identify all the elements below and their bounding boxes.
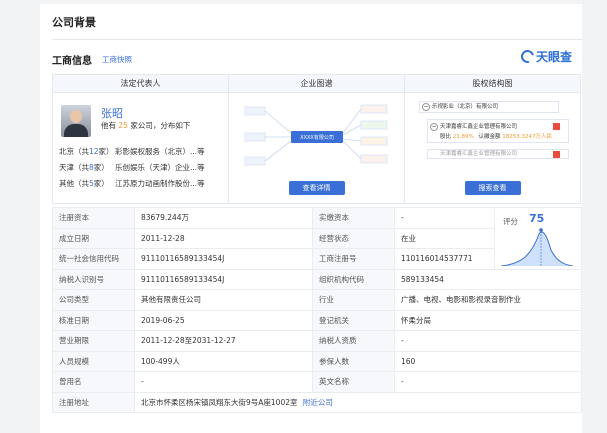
collapse-icon[interactable]: − (430, 123, 438, 131)
table-row: 曾用名 - 英文名称 - (52, 371, 582, 393)
collapse-icon[interactable]: − (422, 103, 430, 111)
summary-cards: 法定代表人 张昭 他有 25 家公司，分布如下 北京（共12家） 彩影娱权服务（… (52, 74, 581, 204)
field-value: 160 (394, 350, 582, 372)
table-row: 纳税人识别号 91110116589133454J 组织机构代码 5891334… (52, 268, 582, 290)
section-title: 公司背景 (52, 16, 96, 29)
table-row: 注册资本 83679.244万 实缴资本 - 评分 75 (52, 207, 582, 270)
view-details-button[interactable]: 查看详情 (288, 181, 345, 195)
field-label: 核准日期 (52, 309, 135, 331)
count-suffix: 家公司，分布如下 (130, 121, 191, 130)
region-row[interactable]: 北京（共12家） 彩影娱权服务（北京）...等 (59, 143, 223, 159)
field-label: 经营状态 (312, 227, 395, 249)
field-label: 纳税人资质 (312, 330, 395, 352)
region-company[interactable]: 乐创娱乐（天津）企业...等 (115, 162, 205, 173)
region-label: 北京（共12家） (59, 146, 114, 156)
enterprise-graph-header: 企业图谱 (229, 75, 404, 93)
field-label: 登记机关 (312, 309, 395, 331)
region-label: 其他（共5家） (59, 178, 109, 188)
tianyancha-logo: 天眼查 (518, 47, 572, 66)
field-value: - (394, 371, 582, 393)
field-value: 其他有限责任公司 (134, 289, 313, 311)
region-company[interactable]: 江苏原力动画制作股份...等 (115, 178, 205, 189)
field-value: 2011-12-28 (134, 227, 313, 249)
snapshot-link[interactable]: 工商快照 (102, 54, 132, 65)
table-row: 核准日期 2019-06-25 登记机关 怀柔分局 (52, 309, 582, 331)
field-label: 组织机构代码 (312, 268, 395, 290)
table-row: 营业期限 2011-12-28至2031-12-27 纳税人资质 - (52, 330, 582, 352)
field-value: 2019-06-25 (134, 309, 313, 331)
logo-icon (518, 47, 537, 66)
field-label: 纳税人识别号 (52, 268, 135, 290)
business-info-table: 注册资本 83679.244万 实缴资本 - 评分 75 成立日期 2011-1… (52, 207, 582, 413)
table-row: 人员规模 100-499人 参保人数 160 (52, 350, 582, 372)
region-company[interactable]: 彩影娱权服务（北京）...等 (115, 146, 205, 157)
field-value: 589133454 (394, 268, 582, 290)
score-distribution-icon (501, 228, 573, 266)
field-value: 83679.244万 (134, 207, 313, 229)
field-label: 实缴资本 (312, 207, 395, 229)
field-value: - (394, 207, 495, 229)
field-label: 人员规模 (52, 350, 135, 372)
field-label: 曾用名 (52, 371, 135, 393)
company-count: 25 (118, 121, 128, 130)
field-value: 怀柔分局 (394, 309, 582, 331)
field-label: 工商注册号 (312, 248, 395, 270)
enterprise-graph-card: 企业图谱 XXXX有限公司 查看详情 (229, 75, 405, 203)
table-row: 公司类型 其他有限责任公司 行业 广播、电视、电影和影视录音制作业 (52, 289, 582, 311)
legal-rep-header: 法定代表人 (53, 75, 228, 93)
avatar[interactable] (61, 105, 91, 137)
field-label: 英文名称 (312, 371, 395, 393)
legal-rep-name[interactable]: 张昭 (101, 105, 123, 121)
field-label: 行业 (312, 289, 395, 311)
section-divider (52, 39, 582, 40)
region-row[interactable]: 天津（共8家） 乐创娱乐（天津）企业...等 (59, 159, 223, 175)
equity-child-2[interactable]: 天津嘉睿汇鑫企业管理有限公司 (427, 149, 569, 159)
company-count-text: 他有 25 家公司，分布如下 (101, 120, 190, 131)
field-value: - (394, 330, 582, 352)
red-tag-icon (553, 151, 560, 158)
score-value: 75 (529, 212, 545, 225)
region-list: 北京（共12家） 彩影娱权服务（北京）...等 天津（共8家） 乐创娱乐（天津）… (59, 143, 223, 191)
field-label: 营业期限 (52, 330, 135, 352)
address-value: 北京市怀柔区杨宋镇凤翔东大街9号A座1002室 附近公司 (134, 391, 582, 413)
field-label: 成立日期 (52, 227, 135, 249)
graph-center-label: XXXX有限公司 (300, 135, 334, 141)
equity-structure-header: 股权结构图 (405, 75, 580, 93)
field-label: 公司类型 (52, 289, 135, 311)
field-label: 统一社会信用代码 (52, 248, 135, 270)
logo-text: 天眼查 (535, 50, 572, 64)
table-row: 注册地址 北京市怀柔区杨宋镇凤翔东大街9号A座1002室 附近公司 (52, 391, 582, 413)
field-value: 广播、电视、电影和影视录音制作业 (394, 289, 582, 311)
equity-child-1[interactable]: − 天津嘉睿汇鑫企业管理有限公司 股比 21.89% 认缴金额 18253.32… (427, 119, 569, 143)
region-row[interactable]: 其他（共5家） 江苏原力动画制作股份...等 (59, 175, 223, 191)
equity-top-company[interactable]: − 乐视影业（北京）有限公司 (419, 101, 559, 113)
nearby-companies-link[interactable]: 附近公司 (303, 398, 333, 407)
company-background-panel: 公司背景 工商信息 工商快照 天眼查 法定代表人 张昭 他有 25 家公司，分布… (40, 4, 582, 433)
field-value: 100-499人 (134, 350, 313, 372)
field-value: 在业 (394, 227, 495, 249)
child1-name: 天津嘉睿汇鑫企业管理有限公司 (440, 124, 518, 130)
red-tag-icon (553, 123, 560, 130)
field-label: 注册资本 (52, 207, 135, 229)
region-label: 天津（共8家） (59, 162, 109, 172)
field-value: 91110116589133454J (134, 268, 313, 290)
search-view-button[interactable]: 搜索查看 (464, 181, 521, 195)
field-value: 2011-12-28至2031-12-27 (134, 330, 313, 352)
count-prefix: 他有 (101, 121, 116, 130)
field-value: 110116014537771 (394, 248, 495, 270)
business-info-title: 工商信息 (52, 56, 92, 67)
equity-structure-card: 股权结构图 − 乐视影业（北京）有限公司 − 天津嘉睿汇鑫企业管理有限公司 股比… (405, 75, 580, 203)
score-panel[interactable]: 评分 75 (494, 207, 582, 270)
legal-rep-card: 法定代表人 张昭 他有 25 家公司，分布如下 北京（共12家） 彩影娱权服务（… (53, 75, 229, 203)
address-text: 北京市怀柔区杨宋镇凤翔东大街9号A座1002室 (141, 397, 298, 407)
field-label: 注册地址 (52, 391, 135, 413)
child1-ratio: 股比 21.89% 认缴金额 18253.3247万人民 (440, 134, 553, 140)
field-value: 91110116589133454J (134, 248, 313, 270)
field-label: 参保人数 (312, 350, 395, 372)
field-value: - (134, 371, 313, 393)
